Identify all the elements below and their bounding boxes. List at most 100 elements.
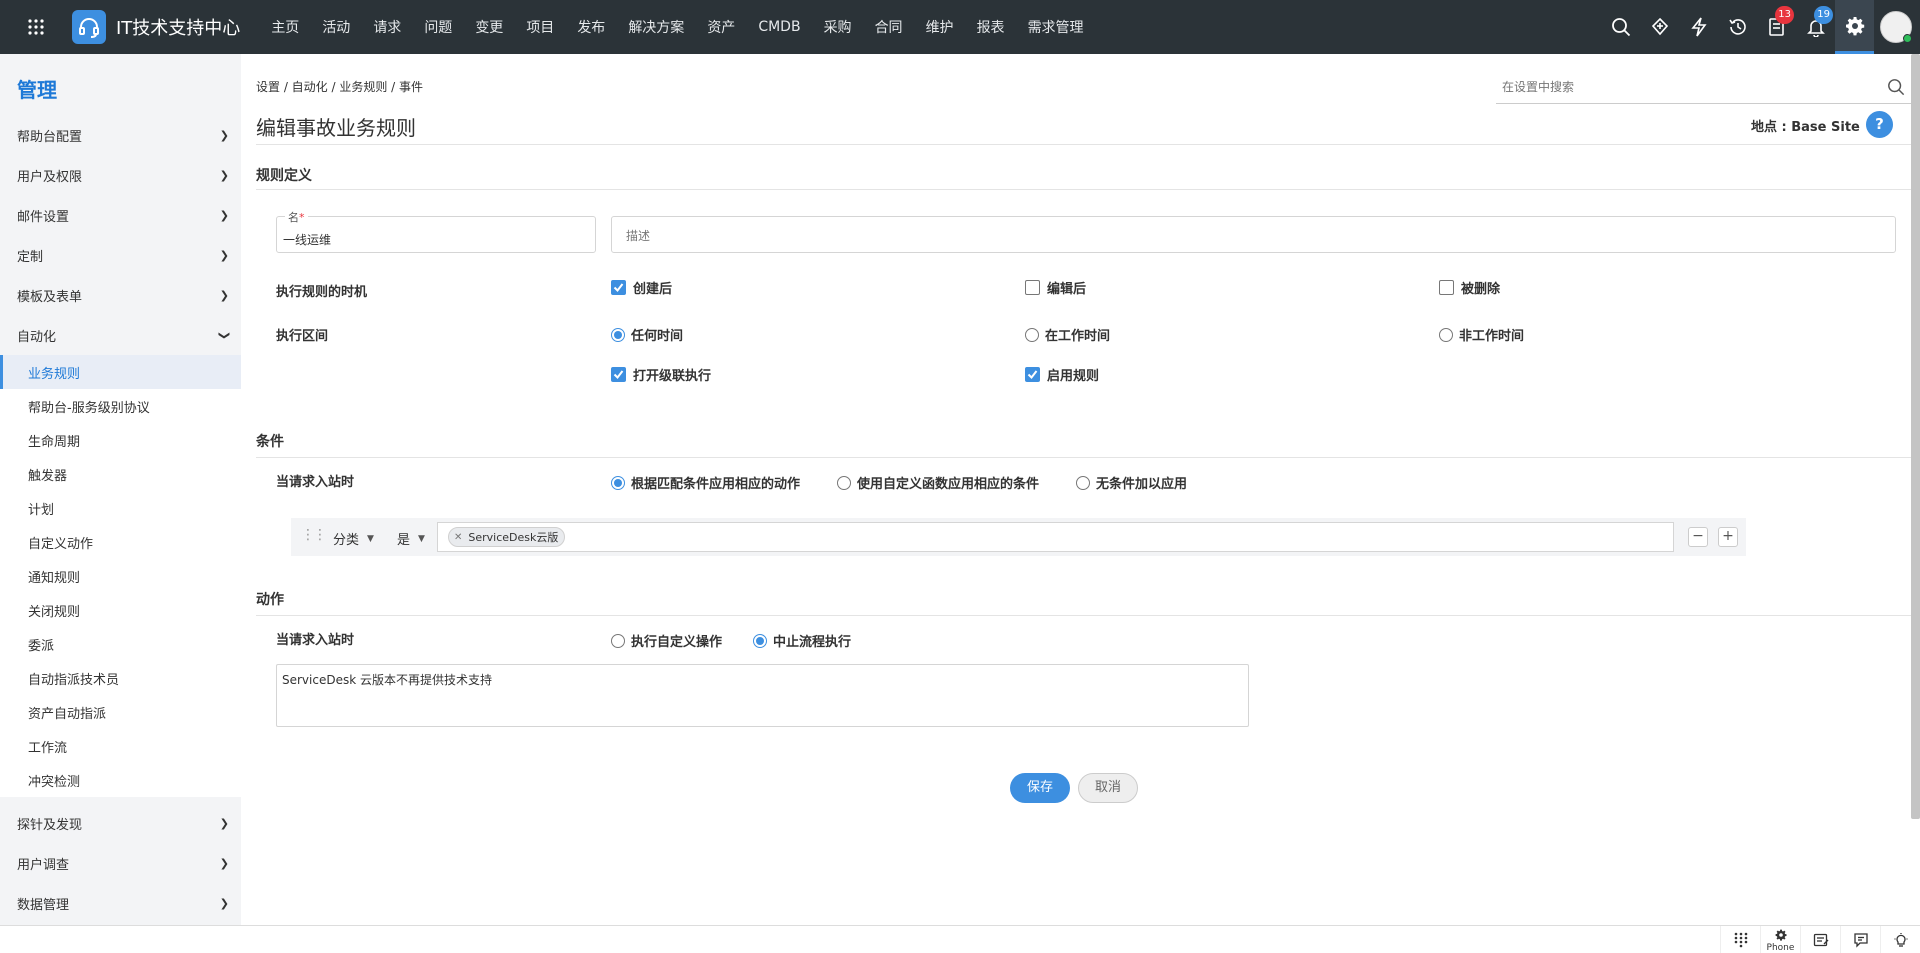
sidebar-item-workflows[interactable]: 工作流	[0, 729, 241, 763]
nav-projects[interactable]: 项目	[515, 17, 566, 37]
page-scrollbar[interactable]	[1911, 54, 1920, 819]
section-actions: 动作	[256, 592, 284, 608]
help-icon[interactable]: ?	[1866, 111, 1893, 138]
sidebar-item-notification-rules[interactable]: 通知规则	[0, 559, 241, 593]
sidebar-item-custom-actions[interactable]: 自定义动作	[0, 525, 241, 559]
sidebar-item-triggers[interactable]: 触发器	[0, 457, 241, 491]
radio-any-time[interactable]: 任何时间	[611, 325, 683, 344]
sidebar-group-templates[interactable]: 模板及表单 ❯	[0, 275, 241, 315]
settings-search-input[interactable]	[1496, 79, 1866, 94]
radio-label: 在工作时间	[1045, 329, 1111, 344]
dialpad-icon[interactable]	[1720, 926, 1760, 953]
breadcrumb[interactable]: 设置 / 自动化 / 业务规则 / 事件	[256, 78, 423, 95]
nav-solutions[interactable]: 解决方案	[617, 17, 696, 37]
cancel-button[interactable]: 取消	[1078, 773, 1138, 803]
sidebar-item-lifecycle[interactable]: 生命周期	[0, 423, 241, 457]
checkbox-label: 打开级联执行	[633, 369, 712, 384]
radio-custom-action[interactable]: 执行自定义操作	[611, 631, 722, 650]
radio-label: 无条件加以应用	[1096, 477, 1188, 492]
radio-label: 根据匹配条件应用相应的动作	[631, 477, 801, 492]
phone-settings-icon[interactable]: Phone	[1760, 926, 1800, 953]
drag-handle-icon[interactable]: ⋮⋮	[301, 527, 327, 543]
condition-field-select[interactable]: 分类 ▼	[333, 529, 374, 548]
notes-icon[interactable]	[1800, 926, 1840, 953]
stop-message-textarea[interactable]: ServiceDesk 云版本不再提供技术支持	[276, 664, 1249, 727]
apps-grid-icon[interactable]	[0, 0, 72, 54]
sidebar-group-helpdesk[interactable]: 帮助台配置 ❯	[0, 115, 241, 155]
online-status-dot	[1903, 34, 1912, 43]
sidebar-item-business-rules[interactable]: 业务规则	[0, 355, 241, 389]
nav-problems[interactable]: 问题	[413, 17, 464, 37]
sidebar-group-data-management[interactable]: 数据管理 ❯	[0, 883, 241, 923]
save-button[interactable]: 保存	[1010, 773, 1070, 803]
lightning-icon[interactable]	[1679, 0, 1718, 54]
divider	[256, 457, 1911, 458]
add-condition-button[interactable]: +	[1718, 527, 1738, 547]
search-icon[interactable]	[1887, 78, 1905, 96]
radio-stop-processing[interactable]: 中止流程执行	[753, 631, 851, 650]
condition-value-input[interactable]: ✕ ServiceDesk云版	[437, 522, 1674, 552]
radio-label: 使用自定义函数应用相应的条件	[857, 477, 1040, 492]
sidebar-item-conflict-detection[interactable]: 冲突检测	[0, 763, 241, 797]
nav-activities[interactable]: 活动	[311, 17, 362, 37]
nav-demand[interactable]: 需求管理	[1017, 17, 1096, 37]
checkbox-checked-icon	[1025, 367, 1040, 382]
sidebar-item-delegation[interactable]: 委派	[0, 627, 241, 661]
history-icon[interactable]	[1718, 0, 1757, 54]
sidebar-item-auto-assign-technician[interactable]: 自动指派技术员	[0, 661, 241, 695]
chevron-down-icon: ▼	[418, 533, 425, 544]
lightbulb-icon[interactable]	[1880, 926, 1920, 953]
nav-releases[interactable]: 发布	[566, 17, 617, 37]
user-avatar[interactable]	[1880, 11, 1912, 43]
nav-changes[interactable]: 变更	[464, 17, 515, 37]
nav-purchase[interactable]: 采购	[813, 17, 864, 37]
nav-cmdb[interactable]: CMDB	[747, 19, 812, 35]
app-title[interactable]: IT技术支持中心	[116, 14, 240, 40]
radio-work-hours[interactable]: 在工作时间	[1025, 325, 1110, 344]
checkbox-cascade[interactable]: 打开级联执行	[611, 365, 711, 384]
nav-assets[interactable]: 资产	[696, 17, 747, 37]
nav-reports[interactable]: 报表	[966, 17, 1017, 37]
search-icon[interactable]	[1601, 0, 1640, 54]
top-actions: 13 19	[1601, 0, 1920, 54]
radio-match-conditions[interactable]: 根据匹配条件应用相应的动作	[611, 473, 800, 492]
settings-gear-icon[interactable]	[1835, 0, 1874, 54]
sidebar-group-automation[interactable]: 自动化 ❯	[0, 315, 241, 355]
sidebar-group-users[interactable]: 用户及权限 ❯	[0, 155, 241, 195]
radio-label: 非工作时间	[1459, 329, 1525, 344]
site-label[interactable]: 地点 : Base Site	[1751, 116, 1860, 135]
remove-condition-button[interactable]: −	[1688, 527, 1708, 547]
sidebar-item-sla[interactable]: 帮助台-服务级别协议	[0, 389, 241, 423]
condition-operator-select[interactable]: 是 ▼	[397, 529, 425, 548]
sidebar-item-asset-auto-assign[interactable]: 资产自动指派	[0, 695, 241, 729]
checkbox-deleted[interactable]: 被删除	[1439, 278, 1500, 297]
radio-non-work-hours[interactable]: 非工作时间	[1439, 325, 1524, 344]
name-field[interactable]: 名* 一线运维	[276, 209, 596, 253]
nav-home[interactable]: 主页	[260, 17, 311, 37]
notification-bell-icon[interactable]: 19	[1796, 0, 1835, 54]
sidebar-item-closure-rules[interactable]: 关闭规则	[0, 593, 241, 627]
sidebar-group-mail[interactable]: 邮件设置 ❯	[0, 195, 241, 235]
main-nav: 主页 活动 请求 问题 变更 项目 发布 解决方案 资产 CMDB 采购 合同 …	[260, 0, 1095, 54]
chat-icon[interactable]	[1840, 926, 1880, 953]
chevron-right-icon: ❯	[219, 288, 229, 302]
radio-label: 任何时间	[631, 329, 684, 344]
sidebar-group-customize[interactable]: 定制 ❯	[0, 235, 241, 275]
quick-create-icon[interactable]	[1640, 0, 1679, 54]
nav-requests[interactable]: 请求	[362, 17, 413, 37]
remove-chip-icon[interactable]: ✕	[454, 532, 462, 543]
description-field[interactable]: 描述	[611, 216, 1896, 253]
headset-logo-icon	[72, 10, 106, 44]
radio-custom-function[interactable]: 使用自定义函数应用相应的条件	[837, 473, 1039, 492]
sidebar-group-probes[interactable]: 探针及发现 ❯	[0, 803, 241, 843]
tasks-icon[interactable]: 13	[1757, 0, 1796, 54]
sidebar-group-surveys[interactable]: 用户调查 ❯	[0, 843, 241, 883]
checkbox-after-edit[interactable]: 编辑后	[1025, 278, 1086, 297]
radio-unconditional[interactable]: 无条件加以应用	[1076, 473, 1187, 492]
checkbox-after-create[interactable]: 创建后	[611, 278, 672, 297]
nav-contracts[interactable]: 合同	[864, 17, 915, 37]
sidebar-item-schedules[interactable]: 计划	[0, 491, 241, 525]
radio-unselected-icon	[611, 633, 625, 648]
nav-maintenance[interactable]: 维护	[915, 17, 966, 37]
checkbox-enable-rule[interactable]: 启用规则	[1025, 365, 1099, 384]
